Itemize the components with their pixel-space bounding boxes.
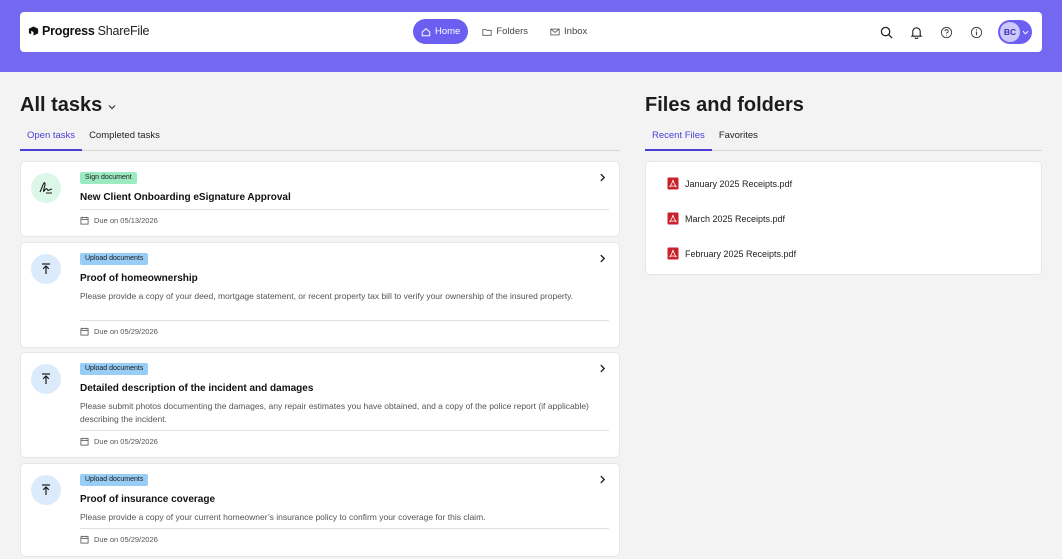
due-text: Due on 05/29/2026 [94, 327, 158, 336]
task-due-date: Due on 05/29/2026 [80, 327, 158, 336]
task-due-date: Due on 05/13/2026 [80, 216, 158, 225]
logo-sharefile-text: ShareFile [97, 24, 150, 38]
bell-icon [910, 26, 922, 39]
task-title: New Client Onboarding eSignature Approva… [80, 192, 291, 203]
divider [80, 430, 609, 431]
main-nav: Home Folders Inbox [413, 19, 595, 44]
calendar-icon [80, 216, 89, 225]
nav-inbox-label: Inbox [564, 26, 588, 37]
avatar: BC [1000, 22, 1020, 42]
folder-icon [482, 28, 492, 36]
task-type-icon [31, 475, 61, 505]
pdf-icon [667, 177, 679, 190]
task-title: Proof of insurance coverage [80, 494, 216, 505]
page-title: All tasks [20, 93, 103, 116]
files-tabs: Recent Files Favorites [645, 129, 1042, 151]
search-button[interactable] [878, 24, 894, 40]
chevron-right-icon [600, 173, 606, 182]
help-icon [940, 26, 952, 38]
divider [80, 209, 609, 210]
upload-icon [42, 373, 50, 384]
calendar-icon [80, 437, 89, 446]
files-heading: Files and folders [645, 92, 1042, 118]
file-name: January 2025 Receipts.pdf [685, 178, 793, 189]
task-due-date: Due on 05/29/2026 [80, 437, 158, 446]
task-title: Proof of homeownership [80, 273, 198, 284]
task-type-badge: Sign document [80, 172, 137, 184]
due-text: Due on 05/13/2026 [94, 216, 158, 225]
task-card[interactable]: Sign document New Client Onboarding eSig… [20, 161, 620, 237]
upload-icon [42, 263, 50, 274]
pdf-icon [667, 212, 679, 225]
tab-recent-files[interactable]: Recent Files [645, 129, 712, 151]
chevron-right-icon [600, 254, 606, 263]
tab-completed-tasks[interactable]: Completed tasks [82, 129, 167, 151]
progress-sharefile-logo[interactable]: Progress ShareFile [28, 24, 149, 38]
tab-open-tasks[interactable]: Open tasks [20, 129, 83, 151]
pdf-icon [667, 247, 679, 260]
files-panel: Files and folders Recent Files Favorites… [645, 92, 1042, 275]
header-tools: BC [878, 20, 1032, 44]
nav-folders-label: Folders [496, 26, 529, 37]
search-icon [880, 26, 893, 39]
logo-progress-text: Progress [42, 24, 95, 38]
recent-files-list: January 2025 Receipts.pdf March 2025 Rec… [645, 161, 1042, 275]
tasks-tabs: Open tasks Completed tasks [20, 129, 620, 151]
calendar-icon [80, 535, 89, 544]
notifications-button[interactable] [908, 24, 924, 40]
nav-inbox[interactable]: Inbox [542, 19, 595, 44]
mail-icon [550, 28, 560, 35]
calendar-icon [80, 327, 89, 336]
task-description: Please submit photos documenting the dam… [80, 401, 589, 424]
chevron-down-icon [1022, 30, 1029, 35]
due-text: Due on 05/29/2026 [94, 535, 158, 544]
task-card[interactable]: Upload documents Detailed description of… [20, 352, 620, 458]
task-due-date: Due on 05/29/2026 [80, 535, 158, 544]
file-item[interactable]: February 2025 Receipts.pdf [667, 247, 796, 260]
divider [80, 320, 609, 321]
task-type-badge: Upload documents [80, 363, 149, 375]
chevron-right-icon [600, 475, 606, 484]
nav-folders[interactable]: Folders [474, 19, 536, 44]
task-type-badge: Upload documents [80, 474, 149, 486]
task-card[interactable]: Upload documents Proof of homeownership … [20, 242, 620, 348]
task-type-icon [31, 254, 61, 284]
signature-icon [39, 182, 53, 194]
file-name: March 2025 Receipts.pdf [685, 213, 786, 224]
tab-favorites[interactable]: Favorites [712, 129, 765, 151]
chevron-right-icon [600, 364, 606, 373]
nav-home-label: Home [435, 26, 461, 37]
chevron-down-icon [108, 104, 116, 109]
tasks-heading[interactable]: All tasks [20, 92, 620, 118]
top-navigation-bar: Progress ShareFile Home Folders Inbox BC [20, 12, 1042, 52]
nav-home[interactable]: Home [413, 19, 469, 44]
help-button[interactable] [938, 24, 954, 40]
progress-logo-icon [28, 25, 39, 36]
file-name: February 2025 Receipts.pdf [685, 248, 797, 259]
user-menu-button[interactable]: BC [998, 20, 1032, 44]
file-item[interactable]: January 2025 Receipts.pdf [667, 177, 792, 190]
upload-icon [42, 484, 50, 495]
tasks-panel: All tasks Open tasks Completed tasks Sig… [20, 92, 620, 557]
home-icon [421, 27, 431, 36]
divider [80, 528, 609, 529]
task-type-icon [31, 173, 61, 203]
task-card[interactable]: Upload documents Proof of insurance cove… [20, 463, 620, 557]
task-type-badge: Upload documents [80, 253, 149, 265]
due-text: Due on 05/29/2026 [94, 437, 158, 446]
task-title: Detailed description of the incident and… [80, 383, 314, 394]
file-item[interactable]: March 2025 Receipts.pdf [667, 212, 785, 225]
info-button[interactable] [968, 24, 984, 40]
task-type-icon [31, 364, 61, 394]
task-description: Please provide a copy of your current ho… [80, 512, 486, 522]
task-description: Please provide a copy of your deed, mort… [80, 291, 574, 301]
files-title: Files and folders [645, 93, 804, 116]
info-icon [970, 26, 982, 38]
